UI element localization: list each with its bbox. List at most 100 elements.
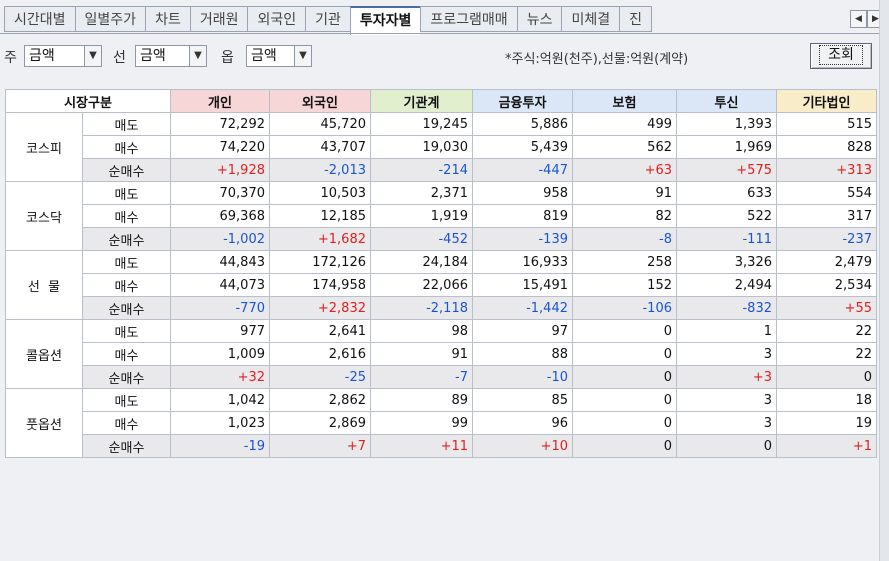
tab-prev-icon[interactable]: ◀: [850, 10, 867, 28]
tab-2[interactable]: 차트: [145, 6, 190, 32]
value-cell: 819: [472, 204, 573, 228]
tab-8[interactable]: 뉴스: [516, 6, 562, 32]
row-type-label: 순매수: [82, 365, 171, 389]
value-cell: 16,933: [472, 250, 573, 274]
value-cell: 24,184: [370, 250, 473, 274]
value-cell: -447: [472, 158, 573, 182]
value-cell: 0: [776, 365, 877, 389]
query-button-label: 조회: [819, 45, 863, 65]
value-cell: -237: [776, 227, 877, 251]
value-cell: 2,479: [776, 250, 877, 274]
row-type-label: 순매수: [82, 158, 171, 182]
column-header-0[interactable]: 시장구분: [5, 89, 171, 113]
value-cell: -10: [472, 365, 573, 389]
value-cell: 828: [776, 135, 877, 159]
value-cell: 152: [572, 273, 677, 297]
tab-3[interactable]: 거래원: [189, 6, 248, 32]
column-header-7[interactable]: 기타법인: [776, 89, 877, 113]
value-cell: 97: [472, 319, 573, 343]
stock-unit-label: 주: [4, 50, 17, 66]
value-cell: 5,886: [472, 112, 573, 136]
column-header-2[interactable]: 외국인: [269, 89, 371, 113]
column-header-5[interactable]: 보험: [572, 89, 677, 113]
value-cell: -214: [370, 158, 473, 182]
value-cell: 69,368: [170, 204, 270, 228]
column-header-4[interactable]: 금융투자: [472, 89, 573, 113]
value-cell: 2,869: [269, 411, 371, 435]
value-cell: 1,969: [676, 135, 777, 159]
row-type-label: 매수: [82, 411, 171, 435]
query-button[interactable]: 조회: [810, 43, 872, 69]
value-cell: +63: [572, 158, 677, 182]
table-row: 콜옵션 매도 977 2,641 98 97 0 1 22: [5, 319, 877, 389]
value-cell: -111: [676, 227, 777, 251]
tab-6[interactable]: 투자자별: [349, 6, 421, 35]
row-type-label: 매수: [82, 273, 171, 297]
value-cell: 99: [370, 411, 473, 435]
market-name: 코스닥: [5, 181, 83, 251]
vertical-scrollbar[interactable]: [879, 0, 889, 561]
tab-9[interactable]: 미체결: [561, 6, 620, 32]
value-cell: -1,442: [472, 296, 573, 320]
tab-4[interactable]: 외국인: [247, 6, 306, 32]
row-type-label: 순매수: [82, 227, 171, 251]
value-cell: 44,843: [170, 250, 270, 274]
chevron-down-icon[interactable]: ▼: [84, 46, 101, 66]
row-type-label: 매도: [82, 181, 171, 205]
table-row: 매수 69,368 12,185 1,919 819 82 522 317: [6, 204, 877, 228]
value-cell: +3: [676, 365, 777, 389]
value-cell: 5,439: [472, 135, 573, 159]
market-name: 코스피: [5, 112, 83, 182]
value-cell: 0: [572, 365, 677, 389]
value-cell: 562: [572, 135, 677, 159]
value-cell: 70,370: [170, 181, 270, 205]
row-type-label: 순매수: [82, 434, 171, 458]
value-cell: -452: [370, 227, 473, 251]
value-cell: 88: [472, 342, 573, 366]
futures-unit-select[interactable]: 금액 ▼: [135, 45, 207, 67]
column-header-6[interactable]: 투신: [676, 89, 777, 113]
value-cell: +313: [776, 158, 877, 182]
options-unit-label: 옵: [221, 50, 234, 66]
value-cell: +32: [170, 365, 270, 389]
value-cell: 98: [370, 319, 473, 343]
value-cell: 0: [572, 342, 677, 366]
row-type-label: 매도: [82, 112, 171, 136]
tab-7[interactable]: 프로그램매매: [420, 6, 517, 32]
value-cell: +55: [776, 296, 877, 320]
options-unit-select[interactable]: 금액 ▼: [246, 45, 312, 67]
table-row: 순매수 +1,928 -2,013 -214 -447 +63 +575 +313: [6, 158, 877, 182]
value-cell: -8: [572, 227, 677, 251]
value-cell: +1,928: [170, 158, 270, 182]
value-cell: 0: [572, 411, 677, 435]
table-row: 코스피 매도 72,292 45,720 19,245 5,886 499 1,393 515: [5, 112, 877, 182]
table-row: 코스닥 매도 70,370 10,503 2,371 958 91 633 554: [5, 181, 877, 251]
value-cell: -19: [170, 434, 270, 458]
value-cell: 0: [572, 319, 677, 343]
value-cell: 2,371: [370, 181, 473, 205]
column-header-3[interactable]: 기관계: [370, 89, 473, 113]
tab-10[interactable]: 진: [619, 6, 652, 32]
market-name: 풋옵션: [5, 388, 83, 458]
chevron-down-icon[interactable]: ▼: [294, 46, 311, 66]
value-cell: 19: [776, 411, 877, 435]
table-row: 순매수 -19 +7 +11 +10 0 0 +1: [6, 434, 877, 458]
value-cell: 91: [572, 181, 677, 205]
value-cell: 1,393: [676, 112, 777, 136]
tab-5[interactable]: 기관: [305, 6, 350, 32]
stock-unit-value: 금액: [29, 48, 55, 64]
column-header-1[interactable]: 개인: [170, 89, 270, 113]
value-cell: 22: [776, 342, 877, 366]
toolbar: 주 금액 ▼ 선 금액 ▼ 옵 금액 ▼ *주식:억원(천주),선물:억원(계약…: [0, 40, 889, 72]
tab-1[interactable]: 일별주가: [74, 6, 146, 32]
row-type-label: 매수: [82, 342, 171, 366]
value-cell: 45,720: [269, 112, 371, 136]
value-cell: 499: [572, 112, 677, 136]
stock-unit-select[interactable]: 금액 ▼: [24, 45, 102, 67]
value-cell: 317: [776, 204, 877, 228]
chevron-down-icon[interactable]: ▼: [189, 46, 206, 66]
value-cell: +1,682: [269, 227, 371, 251]
futures-unit-label: 선: [113, 50, 126, 66]
tab-0[interactable]: 시간대별: [4, 6, 75, 32]
value-cell: -106: [572, 296, 677, 320]
